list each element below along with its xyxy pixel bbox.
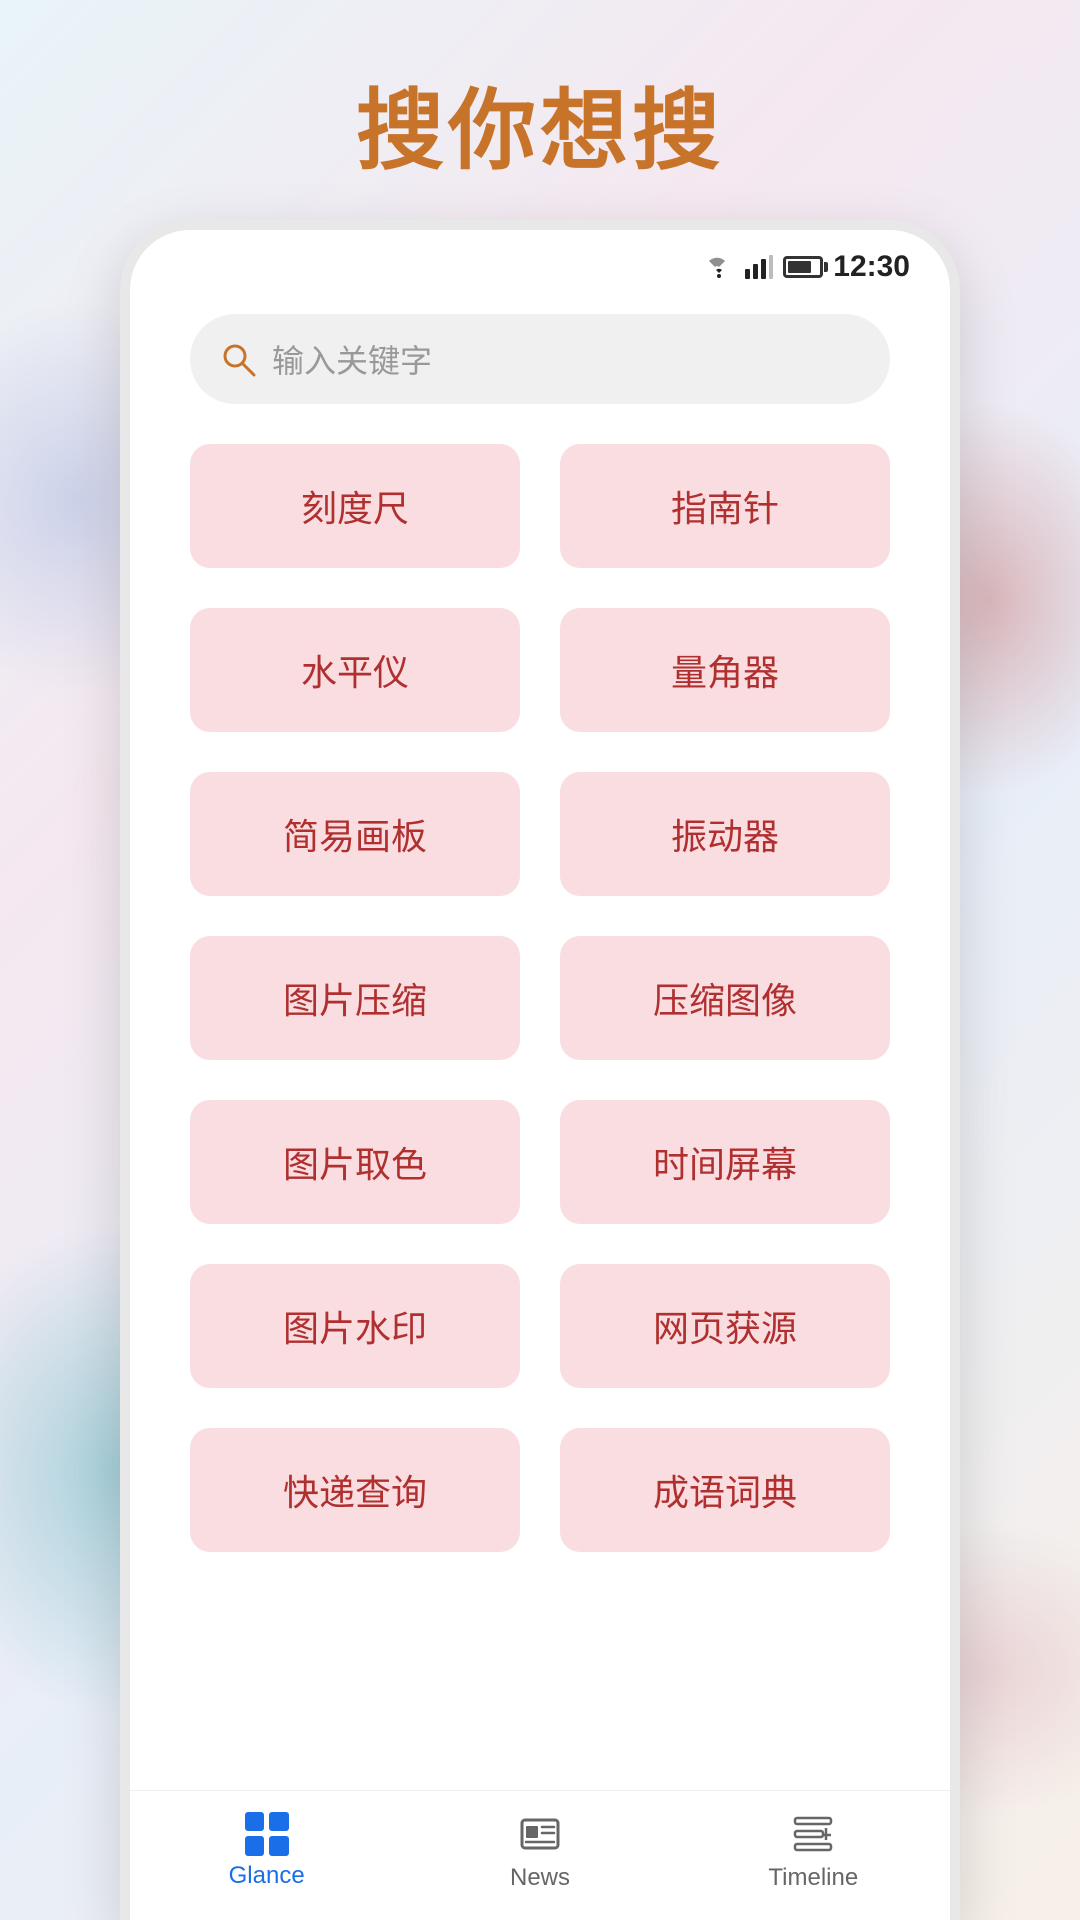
tool-button[interactable]: 简易画板 bbox=[190, 772, 520, 896]
phone-frame: 12:30 输入关键字 刻度尺指南针水平仪量角器简易画板振动器图片压缩压缩图像图… bbox=[120, 220, 960, 1920]
status-bar: 12:30 bbox=[130, 230, 950, 294]
battery-icon bbox=[783, 256, 823, 278]
signal-icon bbox=[745, 255, 773, 279]
tool-button[interactable]: 快递查询 bbox=[190, 1428, 520, 1552]
search-placeholder: 输入关键字 bbox=[272, 336, 432, 382]
nav-item-timeline[interactable]: Timeline bbox=[677, 1811, 950, 1890]
tools-row: 简易画板振动器 bbox=[190, 772, 890, 896]
status-time: 12:30 bbox=[833, 250, 910, 284]
glance-icon bbox=[241, 1811, 293, 1856]
tool-button[interactable]: 振动器 bbox=[560, 772, 890, 896]
tools-row: 图片水印网页获源 bbox=[190, 1264, 890, 1388]
tools-row: 刻度尺指南针 bbox=[190, 444, 890, 568]
nav-item-glance[interactable]: Glance bbox=[130, 1811, 403, 1890]
bottom-nav: Glance News bbox=[130, 1790, 950, 1920]
tool-button[interactable]: 量角器 bbox=[560, 608, 890, 732]
phone-screen: 12:30 输入关键字 刻度尺指南针水平仪量角器简易画板振动器图片压缩压缩图像图… bbox=[130, 230, 950, 1920]
status-icons: 12:30 bbox=[703, 250, 910, 284]
tool-button[interactable]: 刻度尺 bbox=[190, 444, 520, 568]
search-area: 输入关键字 bbox=[130, 294, 950, 434]
tool-button[interactable]: 成语词典 bbox=[560, 1428, 890, 1552]
wifi-icon bbox=[703, 255, 735, 279]
search-box[interactable]: 输入关键字 bbox=[190, 314, 890, 404]
page-title: 搜你想搜 bbox=[0, 60, 1080, 187]
nav-label-glance: Glance bbox=[229, 1862, 305, 1890]
tool-button[interactable]: 指南针 bbox=[560, 444, 890, 568]
tools-row: 快递查询成语词典 bbox=[190, 1428, 890, 1552]
search-icon bbox=[220, 341, 256, 377]
tool-button[interactable]: 图片水印 bbox=[190, 1264, 520, 1388]
tools-row: 图片取色时间屏幕 bbox=[190, 1100, 890, 1224]
tools-row: 水平仪量角器 bbox=[190, 608, 890, 732]
nav-item-news[interactable]: News bbox=[403, 1811, 676, 1890]
tool-button[interactable]: 压缩图像 bbox=[560, 936, 890, 1060]
timeline-icon bbox=[787, 1810, 839, 1858]
tools-row: 图片压缩压缩图像 bbox=[190, 936, 890, 1060]
tool-button[interactable]: 图片取色 bbox=[190, 1100, 520, 1224]
nav-label-timeline: Timeline bbox=[768, 1864, 858, 1892]
tool-button[interactable]: 图片压缩 bbox=[190, 936, 520, 1060]
nav-label-news: News bbox=[510, 1864, 570, 1892]
tool-button[interactable]: 时间屏幕 bbox=[560, 1100, 890, 1224]
tool-button[interactable]: 网页获源 bbox=[560, 1264, 890, 1388]
tool-button[interactable]: 水平仪 bbox=[190, 608, 520, 732]
news-icon bbox=[514, 1810, 566, 1858]
tools-grid: 刻度尺指南针水平仪量角器简易画板振动器图片压缩压缩图像图片取色时间屏幕图片水印网… bbox=[130, 434, 950, 1790]
